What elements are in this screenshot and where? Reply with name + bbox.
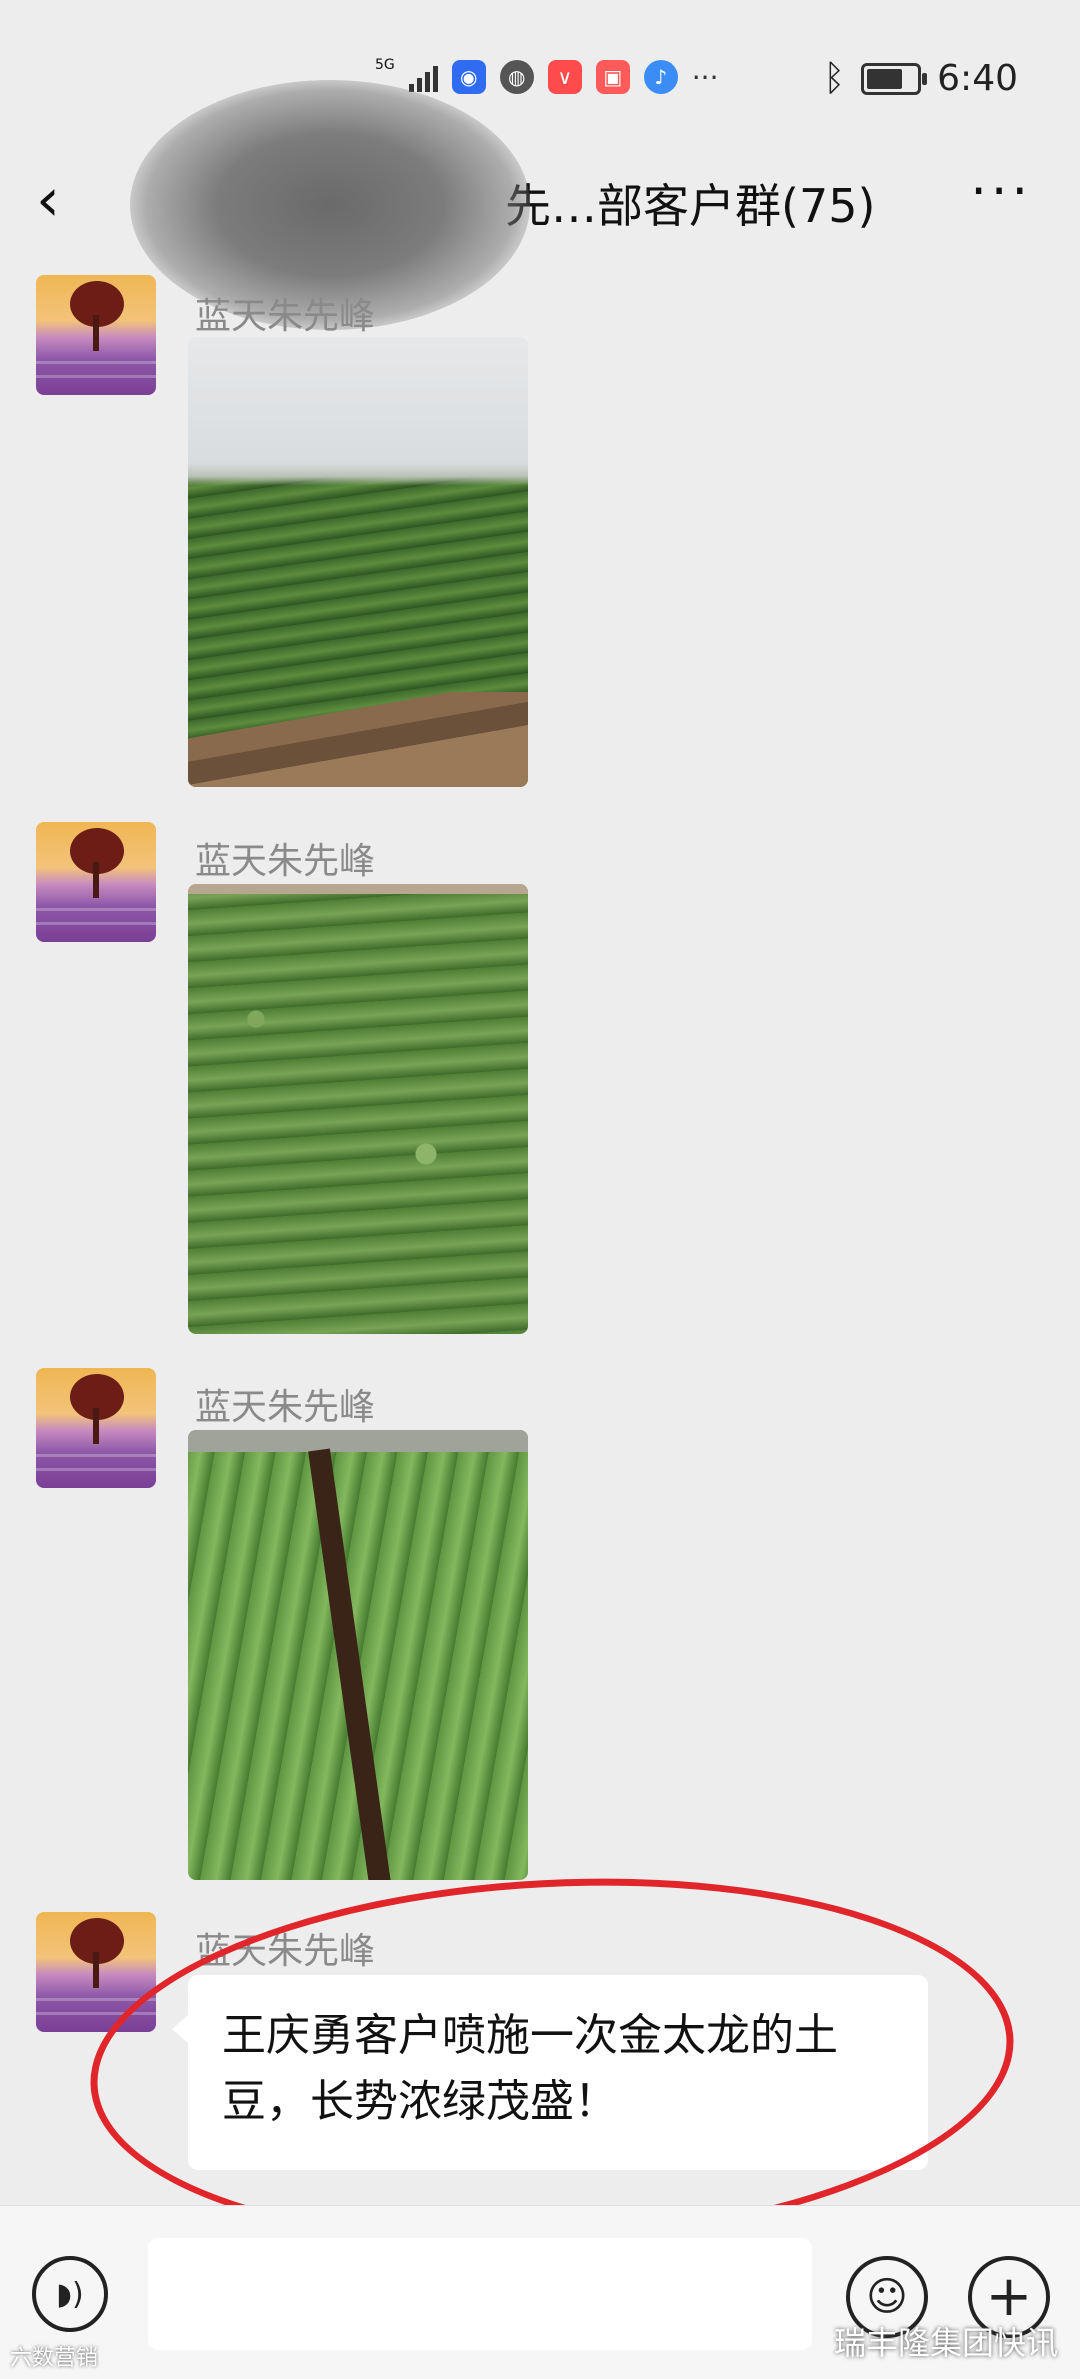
- back-button[interactable]: ‹: [36, 170, 60, 230]
- voice-icon[interactable]: ◗): [32, 2256, 108, 2332]
- potato-field-photo[interactable]: [188, 337, 528, 787]
- clock: 6:40: [937, 58, 1018, 99]
- music-icon: ♪: [643, 60, 678, 94]
- battery-icon: [861, 62, 928, 95]
- status-bar: 5G ◉ ◍ ∨ ▣ ♪ ··· ᛒ 6:40: [0, 0, 1080, 150]
- avatar[interactable]: [36, 275, 156, 395]
- signal-icon: [408, 62, 438, 92]
- watermark-right: 瑞丰隆集团快讯: [833, 2324, 1058, 2362]
- chat-title: 先…部客户群(75): [505, 179, 876, 233]
- message-input[interactable]: [148, 2238, 812, 2350]
- status-right: ᛒ 6:40: [824, 58, 1018, 99]
- bluetooth-icon: ᛒ: [823, 58, 846, 99]
- network-type: 5G: [375, 57, 395, 73]
- potato-field-photo[interactable]: [188, 1430, 528, 1880]
- potato-field-photo[interactable]: [188, 884, 528, 1334]
- sender-name: 蓝天朱先峰: [195, 1387, 376, 1428]
- more-options-button[interactable]: ···: [970, 162, 1032, 222]
- browser-icon: ◍: [499, 60, 534, 94]
- qq-icon: ◉: [451, 60, 486, 94]
- notification-icons: 5G ◉ ◍ ∨ ▣ ♪ ···: [375, 57, 719, 94]
- watermark-left: 六数营销: [10, 2346, 99, 2371]
- avatar[interactable]: [36, 822, 156, 942]
- red-app-icon: ▣: [595, 60, 630, 94]
- video-icon: ∨: [547, 60, 582, 94]
- sender-name: 蓝天朱先峰: [195, 841, 376, 882]
- more-notifications-indicator: ···: [691, 60, 719, 94]
- sender-name: 蓝天朱先峰: [195, 296, 376, 337]
- avatar[interactable]: [36, 1368, 156, 1488]
